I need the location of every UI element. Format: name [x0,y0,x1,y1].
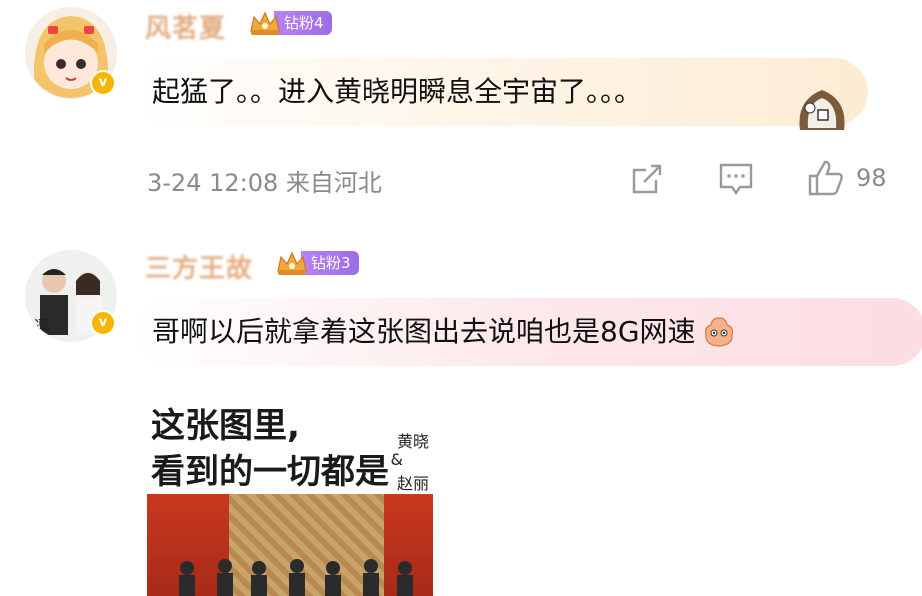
share-button[interactable] [630,162,664,196]
fan-badge-label: 钻粉3 [301,251,359,275]
image-side-name: 黄晓 [396,432,429,451]
username[interactable]: 风茗夏 [145,8,226,45]
like-count: 98 [856,164,887,192]
fan-badge[interactable]: 钻粉3 [275,250,359,276]
svg-text:凛: 凛 [34,316,50,335]
people-silhouettes [179,559,413,596]
comment-icon [719,163,753,196]
fan-badge[interactable]: 钻粉4 [248,10,332,36]
comment-text: 起猛了。。进入黄晓明瞬息全宇宙了。。。 [152,75,643,108]
username[interactable]: 三方王故 [145,248,253,285]
thumbs-up-icon [808,160,843,196]
cartoon-sticker-icon [799,90,845,130]
image-side-name: 赵丽 [396,474,429,493]
reply-button[interactable] [718,162,754,196]
image-side-amp: & [390,450,403,469]
image-caption-line: 这张图里, [151,406,300,446]
crown-icon [250,11,280,35]
share-icon [632,164,662,194]
emoji-icon [704,317,733,347]
comment-meta: 3-24 12:08 来自河北 [147,169,382,197]
comment-bubble[interactable]: 哥啊以后就拿着这张图出去说咱也是8G网速 [136,298,922,366]
comment-item: v 风茗夏 钻粉4 起猛了。。进入黄晓明瞬息全宇宙了。。。 3-24 12:08… [0,0,922,230]
verified-badge-icon: v [90,310,116,336]
crown-icon [277,251,307,275]
comment-bubble[interactable]: 起猛了。。进入黄晓明瞬息全宇宙了。。。 [136,58,868,126]
photo-scene [147,494,433,596]
verified-badge-icon: v [90,70,116,96]
comment-text: 哥啊以后就拿着这张图出去说咱也是8G网速 [152,315,696,348]
fan-badge-label: 钻粉4 [274,11,332,35]
comment-image[interactable]: 这张图里, 看到的一切都是 黄晓 & 赵丽 [147,392,433,596]
like-button[interactable]: 98 [806,158,887,198]
image-caption-line: 看到的一切都是 [151,452,389,492]
comment-item: 凛 v 三方王故 钻粉3 哥啊以后就拿着这张图出去说咱也是8G网速 这张图里, … [0,230,922,596]
